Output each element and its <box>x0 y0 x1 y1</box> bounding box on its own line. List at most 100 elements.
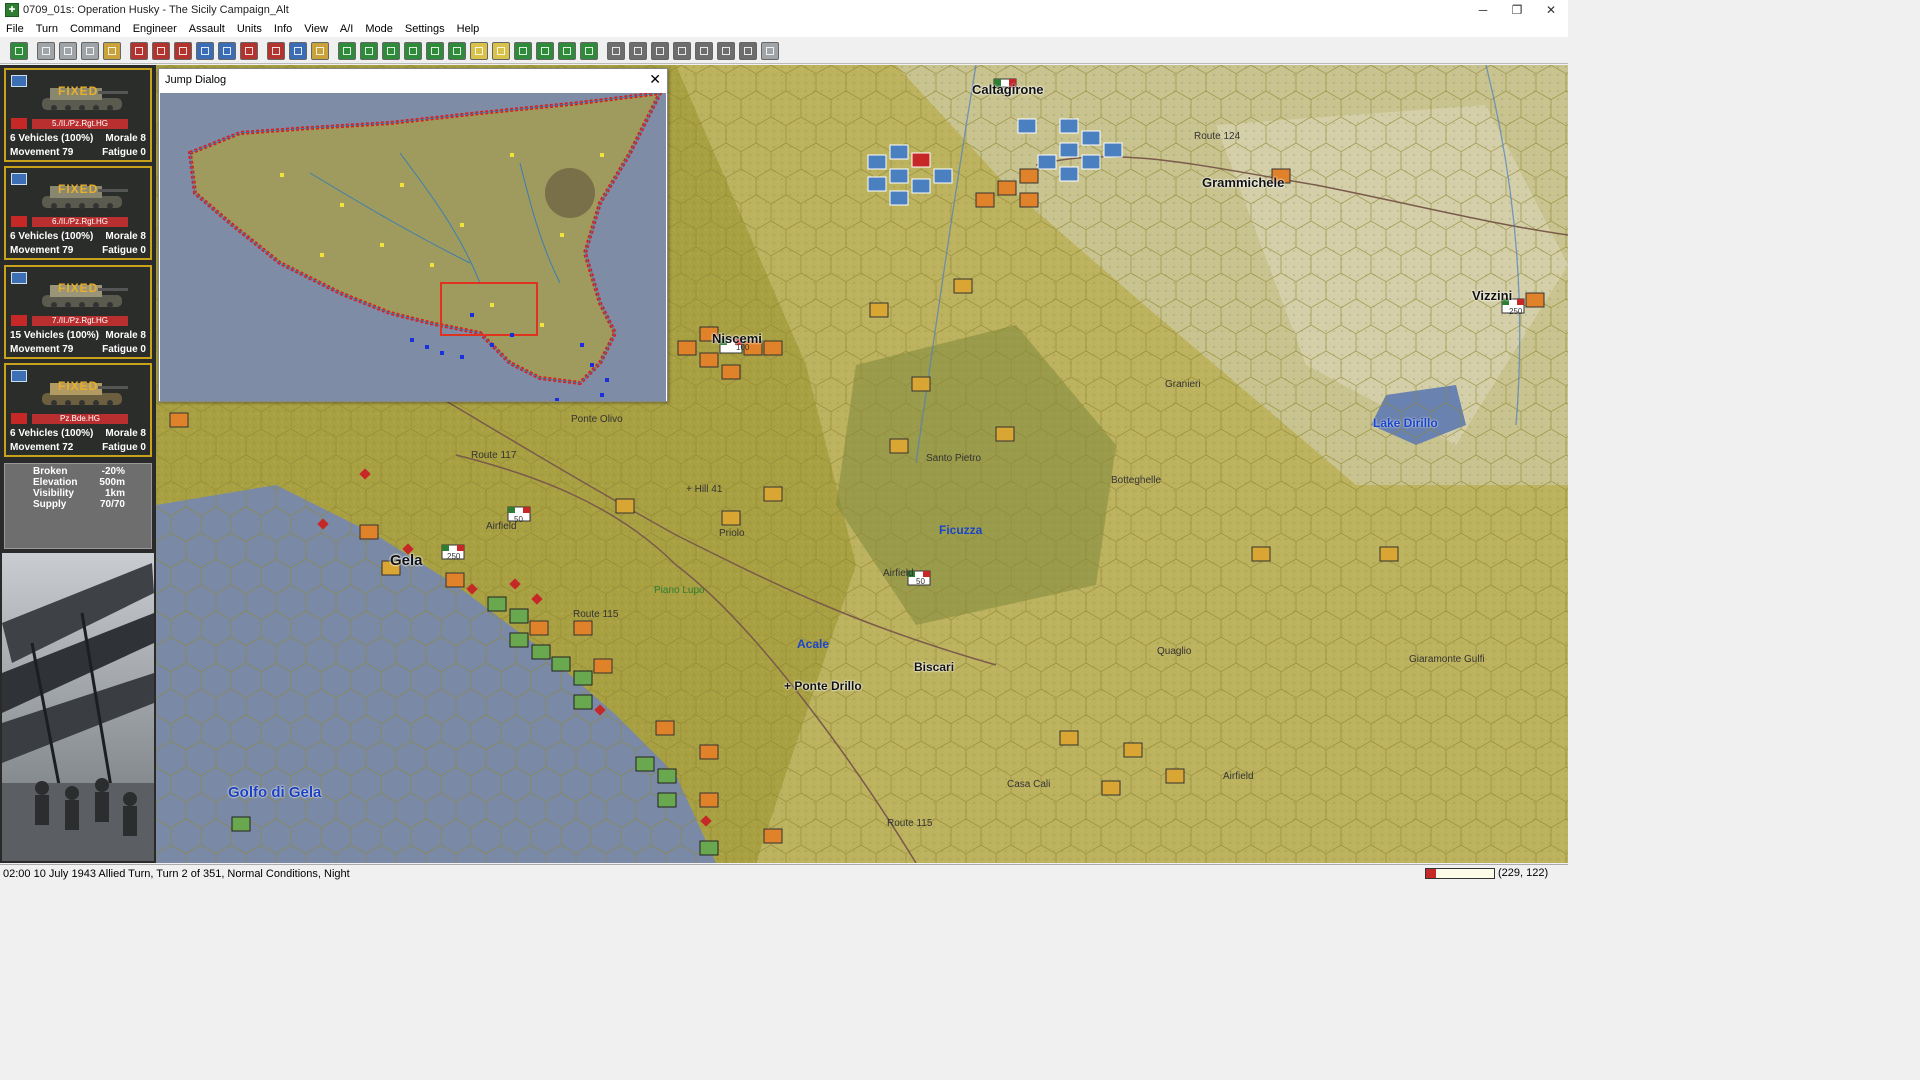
label-biscari: Biscari <box>914 660 955 674</box>
org-chart-icon[interactable] <box>717 41 735 60</box>
lock-icon[interactable] <box>607 41 625 60</box>
menu-mode[interactable]: Mode <box>359 23 399 35</box>
unit-stats-row-1: 6 Vehicles (100%) Morale 8 <box>10 428 146 439</box>
label-acale: Acale <box>797 637 830 651</box>
arrow-icon[interactable] <box>470 41 488 60</box>
fixed-status: FIXED <box>58 281 99 295</box>
label-hill-41: + Hill 41 <box>686 484 723 495</box>
minimap[interactable] <box>160 93 666 401</box>
coin-icon[interactable] <box>492 41 510 60</box>
eye-icon[interactable] <box>426 41 444 60</box>
label-ponte-drillo: + Ponte Drillo <box>784 679 862 693</box>
list-icon[interactable] <box>695 41 713 60</box>
label-priolo: Priolo <box>719 528 745 539</box>
target-icon[interactable] <box>10 41 28 60</box>
zoom-out-icon[interactable] <box>360 41 378 60</box>
unit-stats-row-1: 6 Vehicles (100%) Morale 8 <box>10 133 146 144</box>
label-vizzini: Vizzini <box>1472 288 1513 303</box>
minimize-button[interactable]: ─ <box>1466 0 1500 20</box>
label-gela: Gela <box>390 552 423 569</box>
german-flag-icon <box>11 118 27 129</box>
unit-vehicles: 6 Vehicles (100%) <box>10 133 94 144</box>
unit-vehicles: 6 Vehicles (100%) <box>10 231 94 242</box>
pen-icon[interactable] <box>267 41 285 60</box>
air-icon[interactable] <box>196 41 214 60</box>
label-route-115-a: Route 115 <box>573 609 619 620</box>
s-icon[interactable] <box>152 41 170 60</box>
menu-engineer[interactable]: Engineer <box>127 23 183 35</box>
menu-command[interactable]: Command <box>64 23 127 35</box>
unit-fatigue: Fatigue 0 <box>102 344 146 355</box>
german-flag-icon <box>11 315 27 326</box>
terrain-icon[interactable] <box>514 41 532 60</box>
unit-movement: Movement 72 <box>10 442 74 453</box>
hq-icon[interactable] <box>103 41 121 60</box>
terrain-supply-label: Supply <box>33 499 67 510</box>
unit-icon[interactable] <box>37 41 55 60</box>
u-icon[interactable] <box>651 41 669 60</box>
jump-dialog-title: Jump Dialog <box>165 74 227 86</box>
circle-icon[interactable] <box>673 41 691 60</box>
close-button[interactable]: ✕ <box>1534 0 1568 20</box>
info-icon[interactable] <box>81 41 99 60</box>
unit-fatigue: Fatigue 0 <box>102 442 146 453</box>
label-airfield-2: Airfield <box>883 568 914 579</box>
unit-movement: Movement 79 <box>10 245 74 256</box>
german-flag-icon <box>11 413 27 424</box>
jump-dialog[interactable]: Jump Dialog ✕ <box>158 68 668 402</box>
fixed-status: FIXED <box>58 379 99 393</box>
document-icon[interactable] <box>739 41 757 60</box>
label-piano-lupo: Piano Lupo <box>654 585 705 596</box>
unit-card-2[interactable]: FIXED 6./II./Pz.Rgt.HG 6 Vehicles (100%)… <box>4 166 152 260</box>
menu-ai[interactable]: A/I <box>334 23 359 35</box>
frame-icon[interactable] <box>404 41 422 60</box>
menu-file[interactable]: File <box>0 23 30 35</box>
terrain-elevation-value: 500m <box>99 477 125 488</box>
unit-card-4[interactable]: FIXED Pz.Bde.HG 6 Vehicles (100%) Morale… <box>4 363 152 457</box>
terrain-elevation: Elevation 500m <box>33 477 125 488</box>
flag-icon[interactable] <box>448 41 466 60</box>
terrain-supply-value: 70/70 <box>99 499 125 510</box>
unit-stats-row-1: 6 Vehicles (100%) Morale 8 <box>10 231 146 242</box>
unit-vehicles: 15 Vehicles (100%) <box>10 330 99 341</box>
shield-icon[interactable] <box>130 41 148 60</box>
monitor-icon[interactable] <box>536 41 554 60</box>
crossed-swords-icon[interactable] <box>218 41 236 60</box>
portrait-icon[interactable] <box>311 41 329 60</box>
unit-card-1[interactable]: FIXED 5./II./Pz.Rgt.HG 6 Vehicles (100%)… <box>4 68 152 162</box>
unit-morale: Morale 8 <box>105 330 146 341</box>
unit-name: 5./II./Pz.Rgt.HG <box>32 119 128 129</box>
menu-view[interactable]: View <box>298 23 334 35</box>
label-route-124: Route 124 <box>1194 131 1241 142</box>
map-icon[interactable] <box>558 41 576 60</box>
unit-stats-row-2: Movement 79 Fatigue 0 <box>10 245 146 256</box>
terrain-supply: Supply 70/70 <box>33 499 125 510</box>
label-granieri: Granieri <box>1165 379 1201 390</box>
restore-button[interactable]: ❐ <box>1500 0 1534 20</box>
menu-turn[interactable]: Turn <box>30 23 64 35</box>
label-caltagirone: Caltagirone <box>972 82 1044 97</box>
menu-units[interactable]: Units <box>231 23 268 35</box>
terrain-broken-label: Broken <box>33 466 68 477</box>
globe-icon[interactable] <box>289 41 307 60</box>
menu-settings[interactable]: Settings <box>399 23 451 35</box>
binoculars-icon[interactable] <box>629 41 647 60</box>
unit-card-3[interactable]: FIXED 7./II./Pz.Rgt.HG 15 Vehicles (100%… <box>4 265 152 359</box>
jump-dialog-close-button[interactable]: ✕ <box>649 71 661 88</box>
menu-assault[interactable]: Assault <box>183 23 231 35</box>
folder-icon[interactable] <box>59 41 77 60</box>
hex-coordinates: (229, 122) <box>1498 867 1549 879</box>
menu-info[interactable]: Info <box>268 23 298 35</box>
zoom-in-icon[interactable] <box>338 41 356 60</box>
german-flag-icon <box>11 216 27 227</box>
menu-help[interactable]: Help <box>451 23 486 35</box>
terrain-visibility: Visibility 1km <box>33 488 125 499</box>
grid-icon[interactable] <box>382 41 400 60</box>
unit-stats-row-2: Movement 72 Fatigue 0 <box>10 442 146 453</box>
historical-photo <box>2 553 154 861</box>
artillery-icon[interactable] <box>174 41 192 60</box>
help-icon[interactable] <box>761 41 779 60</box>
route-icon[interactable] <box>580 41 598 60</box>
unit-fatigue: Fatigue 0 <box>102 245 146 256</box>
bars-icon[interactable] <box>240 41 258 60</box>
